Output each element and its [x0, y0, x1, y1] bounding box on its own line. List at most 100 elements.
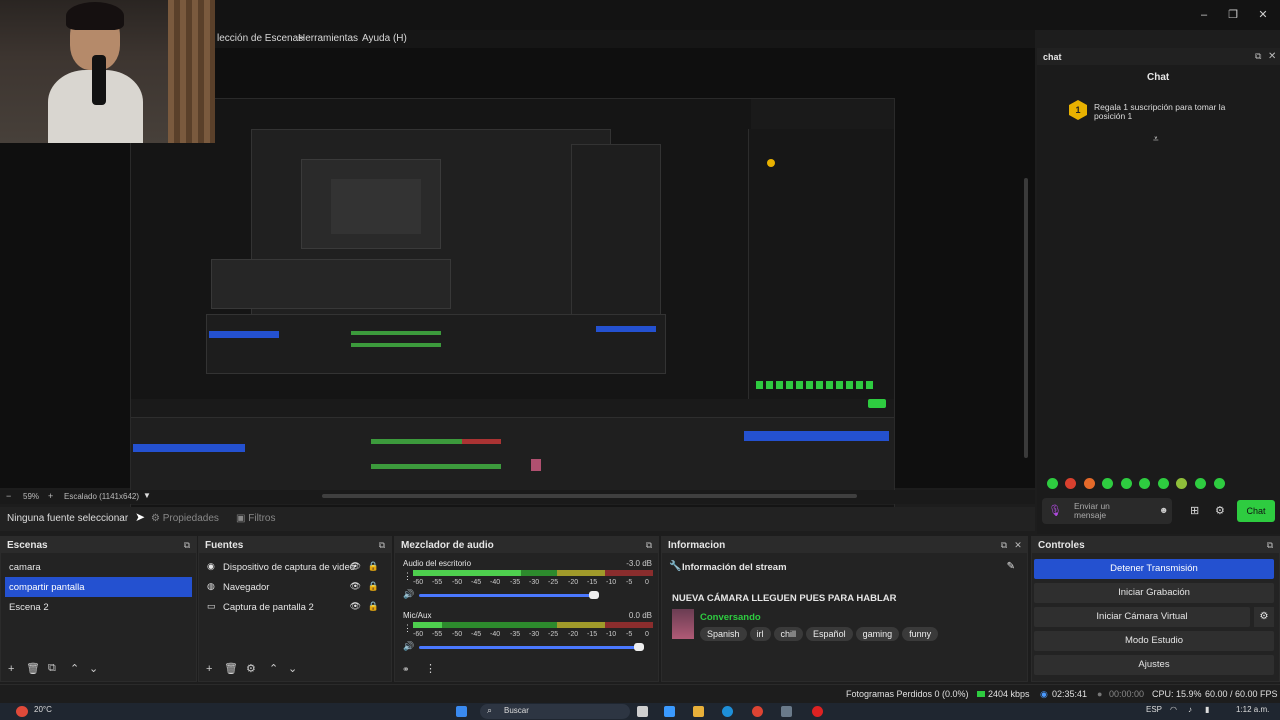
properties-button[interactable]: ⚙ Propiedades	[151, 513, 219, 524]
visibility-eye-icon[interactable]: 👁	[350, 581, 361, 592]
dock-float-icon[interactable]: ⧉	[182, 540, 192, 550]
channel-menu-icon[interactable]: ⋮	[403, 571, 412, 582]
move-down-icon[interactable]: ⌄	[288, 662, 297, 675]
channel-menu-icon[interactable]: ⋮	[403, 623, 412, 634]
wifi-icon[interactable]: ◠	[1170, 705, 1177, 714]
speaker-icon[interactable]: 🔊	[403, 641, 414, 652]
start-recording-button[interactable]: Iniciar Grabación	[1034, 583, 1274, 603]
task-view-icon[interactable]	[637, 706, 648, 717]
tag[interactable]: chill	[773, 627, 804, 641]
remove-source-icon[interactable]: 🗑	[224, 662, 238, 675]
store-icon[interactable]	[781, 706, 792, 717]
emote-icon[interactable]	[1176, 478, 1187, 489]
settings-button[interactable]: Ajustes	[1034, 655, 1274, 675]
studio-mode-button[interactable]: Modo Estudio	[1034, 631, 1274, 651]
chat-send-button[interactable]: Chat	[1237, 500, 1275, 522]
source-item[interactable]: ◍ Navegador 👁 🔒	[203, 577, 387, 597]
battery-icon[interactable]: ▮	[1205, 705, 1209, 714]
scene-filters-icon[interactable]: ⧉	[48, 662, 56, 675]
dock-float-icon[interactable]: ⧉	[1265, 540, 1275, 550]
lock-icon[interactable]: 🔒	[368, 561, 379, 572]
virtual-camera-button[interactable]: Iniciar Cámara Virtual	[1034, 607, 1250, 627]
emote-icon[interactable]	[1121, 478, 1132, 489]
emote-icon[interactable]	[1084, 478, 1095, 489]
app-icon[interactable]	[664, 706, 675, 717]
menu-scene-collection[interactable]: lección de Escenas	[217, 33, 303, 44]
emoji-picker-icon[interactable]: ☻	[1159, 505, 1168, 515]
obs-icon[interactable]	[812, 706, 823, 717]
edge-icon[interactable]	[722, 706, 733, 717]
weather-icon[interactable]	[16, 706, 28, 717]
visibility-eye-icon[interactable]: 👁	[350, 561, 361, 572]
preview-scrollbar-vertical[interactable]	[1024, 178, 1028, 458]
file-explorer-icon[interactable]	[693, 706, 704, 717]
dock-float-icon[interactable]: ⧉	[999, 540, 1009, 550]
visibility-eye-icon[interactable]: 👁	[350, 601, 361, 612]
emote-icon[interactable]	[1047, 478, 1058, 489]
close-icon[interactable]: ✕	[1256, 8, 1270, 22]
volume-slider[interactable]	[419, 594, 599, 597]
windows-start-icon[interactable]	[456, 706, 467, 717]
move-up-icon[interactable]: ⌃	[269, 662, 278, 675]
tag[interactable]: irl	[749, 627, 771, 641]
menu-help[interactable]: Ayuda (H)	[362, 33, 407, 44]
zoom-in-icon[interactable]: +	[48, 491, 53, 501]
speaker-icon[interactable]: 🔊	[403, 589, 414, 600]
taskbar-search[interactable]: ⌕ Buscar	[480, 704, 630, 719]
expand-chevron-icon[interactable]: ⩡	[1153, 134, 1159, 145]
store-icon[interactable]: ⊞	[1190, 504, 1199, 517]
lock-icon[interactable]: 🔒	[368, 601, 379, 612]
minimize-icon[interactable]: –	[1197, 8, 1211, 22]
scene-item[interactable]: Escena 2	[5, 597, 192, 617]
clock[interactable]: 1:12 a.m.	[1236, 705, 1269, 714]
emote-icon[interactable]	[1195, 478, 1206, 489]
stop-stream-button[interactable]: Detener Transmisión	[1034, 559, 1274, 579]
language-indicator[interactable]: ESP	[1146, 705, 1162, 714]
tag[interactable]: Español	[806, 627, 853, 641]
add-scene-icon[interactable]: +	[8, 663, 14, 675]
remove-scene-icon[interactable]: 🗑	[26, 662, 40, 675]
dock-float-icon[interactable]: ⧉	[644, 540, 654, 550]
source-item[interactable]: ◉ Dispositivo de captura de video 👁 🔒	[203, 557, 387, 577]
mixer-link-icon[interactable]: ⚭	[402, 664, 410, 675]
scene-item[interactable]: camara	[5, 557, 192, 577]
virtual-camera-settings-icon[interactable]: ⚙	[1254, 607, 1274, 627]
emote-icon[interactable]	[1158, 478, 1169, 489]
tag[interactable]: Spanish	[700, 627, 747, 641]
volume-slider[interactable]	[419, 646, 644, 649]
scene-item-selected[interactable]: compartir pantalla	[5, 577, 192, 597]
mic-icon[interactable]: 🎙	[1048, 504, 1062, 517]
filters-button[interactable]: ▣ Filtros	[236, 513, 275, 524]
preview-scrollbar-horizontal[interactable]	[322, 494, 857, 498]
maximize-icon[interactable]: ❐	[1226, 8, 1240, 22]
source-item[interactable]: ▭ Captura de pantalla 2 👁 🔒	[203, 597, 387, 617]
category-name[interactable]: Conversando	[700, 612, 761, 623]
dock-close-icon[interactable]: ✕	[1013, 540, 1023, 550]
scale-dropdown-icon[interactable]: ▼	[143, 491, 151, 500]
edit-pencil-icon[interactable]: ✎	[1007, 561, 1015, 572]
tag[interactable]: gaming	[855, 627, 900, 641]
chat-close-icon[interactable]: ✕	[1268, 51, 1276, 62]
add-source-icon[interactable]: +	[206, 663, 212, 675]
lock-icon[interactable]: 🔒	[368, 581, 379, 592]
chrome-icon[interactable]	[752, 706, 763, 717]
controls-dock: Controles ⧉ Detener Transmisión Iniciar …	[1031, 536, 1280, 682]
zoom-out-icon[interactable]: −	[6, 491, 11, 501]
volume-knob[interactable]	[634, 643, 644, 651]
tag[interactable]: funny	[902, 627, 939, 641]
mixer-menu-icon[interactable]: ⋮	[425, 662, 436, 675]
emote-icon[interactable]	[1139, 478, 1150, 489]
chat-input[interactable]: 🎙 Enviar un mensaje ☻	[1042, 498, 1172, 524]
volume-knob[interactable]	[589, 591, 599, 599]
source-properties-icon[interactable]: ⚙	[246, 662, 256, 675]
chat-float-icon[interactable]: ⧉	[1255, 51, 1261, 62]
move-down-icon[interactable]: ⌄	[89, 662, 98, 675]
volume-icon[interactable]: ♪	[1188, 705, 1192, 714]
menu-tools[interactable]: Herramientas	[298, 33, 358, 44]
emote-icon[interactable]	[1065, 478, 1076, 489]
emote-icon[interactable]	[1214, 478, 1225, 489]
move-up-icon[interactable]: ⌃	[70, 662, 79, 675]
emote-icon[interactable]	[1102, 478, 1113, 489]
settings-icon[interactable]: ⚙	[1215, 504, 1225, 517]
dock-float-icon[interactable]: ⧉	[377, 540, 387, 550]
